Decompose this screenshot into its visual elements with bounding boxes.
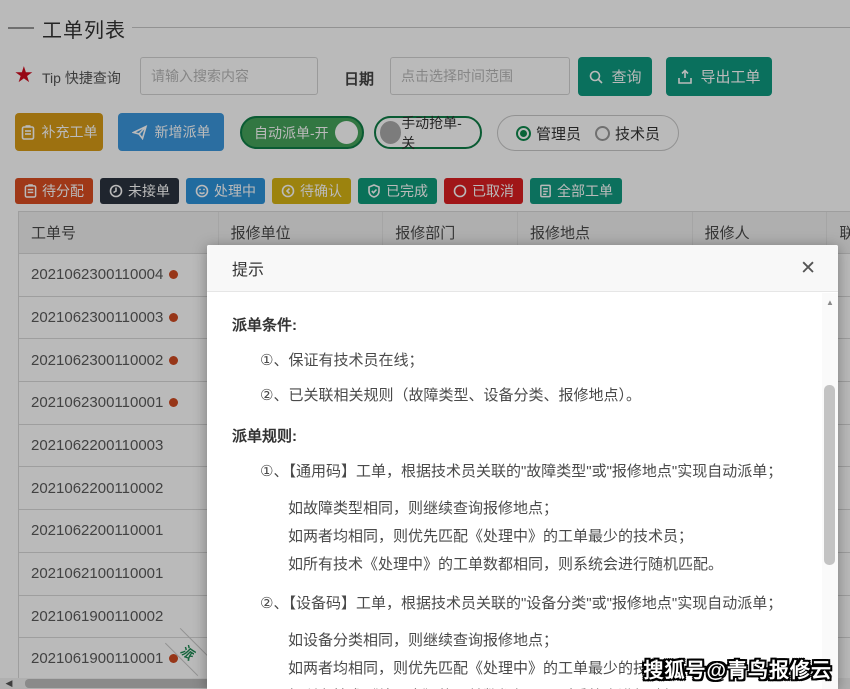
rule-detail: 如两者均相同，则优先匹配《处理中》的工单最少的技术员；: [232, 525, 798, 546]
dispatch-conditions-heading: 派单条件:: [232, 314, 798, 335]
close-icon[interactable]: ✕: [800, 259, 816, 278]
sohu-watermark: 搜狐号@青鸟报修云: [643, 654, 832, 683]
modal-scrollbar[interactable]: ▲ ▼: [822, 293, 838, 689]
rule-detail: 如所有技术《处理中》的工单数都相同，则系统会进行随机匹配。: [232, 553, 798, 574]
rule-detail: 如故障类型相同，则继续查询报修地点；: [232, 497, 798, 518]
condition-item: ②、已关联相关规则（故障类型、设备分类、报修地点）。: [232, 384, 798, 405]
dispatch-rules-heading: 派单规则:: [232, 425, 798, 446]
rule-detail: 如设备分类相同，则继续查询报修地点；: [232, 629, 798, 650]
tip-modal: 提示 ✕ 派单条件: ①、保证有技术员在线； ②、已关联相关规则（故障类型、设备…: [207, 245, 838, 689]
scroll-up-arrow-icon[interactable]: ▲: [822, 295, 838, 311]
modal-body: 派单条件: ①、保证有技术员在线； ②、已关联相关规则（故障类型、设备分类、报修…: [207, 292, 838, 689]
modal-scrollbar-thumb[interactable]: [824, 385, 835, 565]
modal-title: 提示: [232, 256, 264, 280]
modal-header: 提示 ✕: [207, 245, 838, 292]
rule-item: ②、【设备码】工单，根据技术员关联的"设备分类"或"报修地点"实现自动派单；: [232, 592, 798, 613]
condition-item: ①、保证有技术员在线；: [232, 349, 798, 370]
rule-item: ①、【通用码】工单，根据技术员关联的"故障类型"或"报修地点"实现自动派单；: [232, 460, 798, 481]
rule-detail: 如所有技术《处理中》的工单数都相同，则系统会进行随机匹配。: [232, 685, 798, 689]
